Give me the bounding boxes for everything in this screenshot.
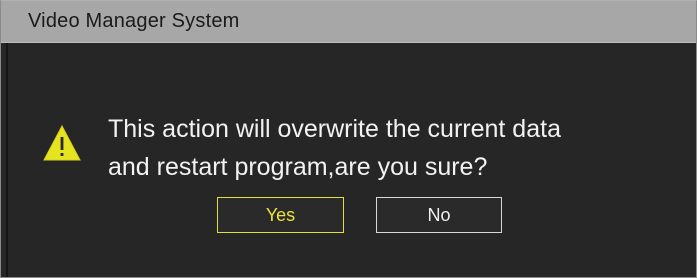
yes-button[interactable]: Yes [217, 197, 344, 233]
message-line-2: and restart program,are you sure? [108, 153, 488, 181]
warning-icon [43, 125, 81, 161]
title-bar[interactable]: Video Manager System [1, 1, 696, 43]
confirm-dialog: Video Manager System This action will ov… [0, 0, 697, 278]
message-line-1: This action will overwrite the current d… [108, 115, 561, 143]
no-button[interactable]: No [376, 197, 502, 233]
body-left-edge [6, 43, 8, 277]
window-title: Video Manager System [28, 10, 240, 32]
confirm-message: This action will overwrite the current d… [108, 110, 693, 186]
